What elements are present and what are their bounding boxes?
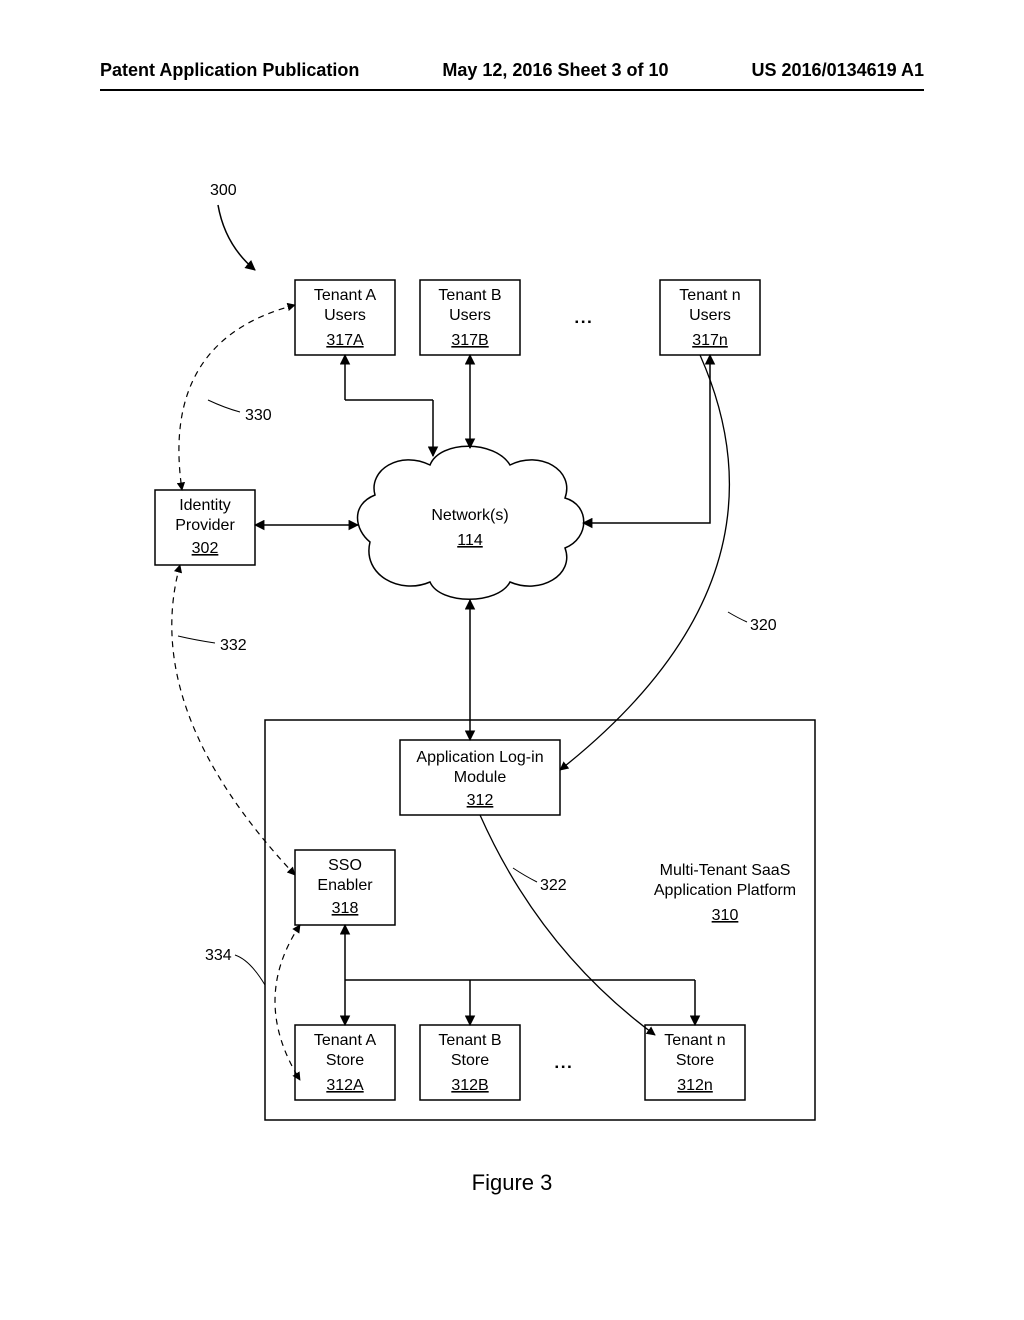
identity-provider-box: Identity Provider 302: [155, 490, 255, 565]
storen-l1: Tenant n: [664, 1032, 725, 1049]
tenant-n-users-l2: Users: [689, 307, 731, 324]
storen-l2: Store: [676, 1052, 714, 1069]
login-l1: Application Log-in: [416, 749, 543, 766]
network-label: Network(s): [431, 507, 508, 524]
tenant-a-users-l2: Users: [324, 307, 366, 324]
header-center: May 12, 2016 Sheet 3 of 10: [442, 60, 668, 81]
idp-l2: Provider: [175, 517, 235, 534]
ref-334: 334: [205, 947, 232, 964]
leader-332: [178, 636, 215, 643]
storea-l2: Store: [326, 1052, 364, 1069]
login-ref: 312: [467, 792, 494, 809]
storeb-l2: Store: [451, 1052, 489, 1069]
store-n-box: Tenant n Store 312n: [645, 1025, 745, 1100]
login-module-box: Application Log-in Module 312: [400, 740, 560, 815]
curve-322: [480, 815, 655, 1035]
tenant-n-users-box: Tenant n Users 317n: [660, 280, 760, 355]
page-header: Patent Application Publication May 12, 2…: [100, 60, 924, 91]
ref-330: 330: [245, 407, 272, 424]
platform-l1: Multi-Tenant SaaS: [660, 862, 791, 879]
login-l2: Module: [454, 769, 507, 786]
leader-334: [235, 955, 265, 985]
tenant-a-users-ref: 317A: [326, 332, 364, 349]
storeb-l1: Tenant B: [438, 1032, 501, 1049]
conn-tn-cloud: [583, 355, 710, 523]
storen-ref: 312n: [677, 1077, 713, 1094]
diagram-svg: 300 Tenant A Users 317A Tenant B Users 3…: [100, 150, 900, 1200]
store-a-box: Tenant A Store 312A: [295, 1025, 395, 1100]
dashed-334: [275, 925, 300, 1080]
tenant-b-users-ref: 317B: [451, 332, 488, 349]
storea-ref: 312A: [326, 1077, 364, 1094]
arrow-300: [218, 205, 255, 270]
ellipsis-users: ▪ ▪ ▪: [575, 317, 592, 328]
sso-enabler-box: SSO Enabler 318: [295, 850, 395, 925]
platform-ref: 310: [712, 907, 739, 924]
ref-322: 322: [540, 877, 567, 894]
tenant-n-users-l1: Tenant n: [679, 287, 740, 304]
dashed-330: [179, 305, 295, 490]
tenant-b-users-box: Tenant B Users 317B: [420, 280, 520, 355]
tenant-a-users-box: Tenant A Users 317A: [295, 280, 395, 355]
network-cloud: Network(s) 114: [358, 446, 584, 599]
idp-l1: Identity: [179, 497, 231, 514]
tenant-n-users-ref: 317n: [692, 332, 728, 349]
storeb-ref: 312B: [451, 1077, 488, 1094]
storea-l1: Tenant A: [314, 1032, 377, 1049]
tenant-b-users-l1: Tenant B: [438, 287, 501, 304]
figure-caption: Figure 3: [0, 1170, 1024, 1196]
header-left: Patent Application Publication: [100, 60, 359, 81]
ellipsis-stores: ▪ ▪ ▪: [555, 1062, 572, 1073]
sso-l1: SSO: [328, 857, 362, 874]
leader-330: [208, 400, 240, 412]
idp-ref: 302: [192, 540, 219, 557]
network-ref: 114: [457, 532, 483, 549]
ref-320: 320: [750, 617, 777, 634]
header-right: US 2016/0134619 A1: [752, 60, 924, 81]
curve-320: [560, 355, 729, 770]
ref-332: 332: [220, 637, 247, 654]
leader-322: [513, 868, 537, 882]
system-ref: 300: [210, 182, 237, 199]
leader-320: [728, 612, 747, 622]
tenant-b-users-l2: Users: [449, 307, 491, 324]
sso-l2: Enabler: [317, 877, 373, 894]
store-b-box: Tenant B Store 312B: [420, 1025, 520, 1100]
platform-l2: Application Platform: [654, 882, 796, 899]
diagram-area: 300 Tenant A Users 317A Tenant B Users 3…: [100, 150, 900, 1200]
sso-ref: 318: [332, 900, 359, 917]
tenant-a-users-l1: Tenant A: [314, 287, 377, 304]
page: Patent Application Publication May 12, 2…: [0, 0, 1024, 1320]
